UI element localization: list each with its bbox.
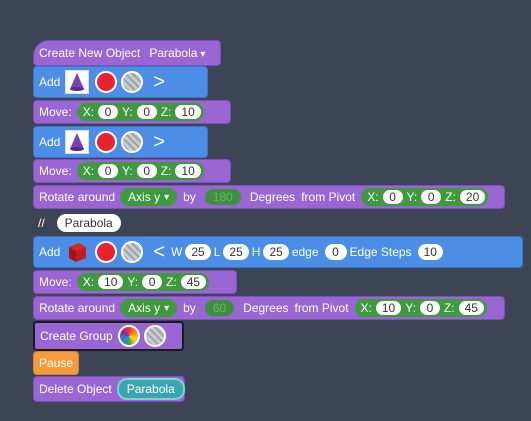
color-swatch-icon[interactable] <box>95 71 118 93</box>
x-input[interactable]: 0 <box>98 105 119 119</box>
y-input[interactable]: 0 <box>421 190 442 204</box>
y-label: Y: <box>122 105 133 119</box>
degrees-input[interactable]: 180 <box>204 189 241 205</box>
cube-shape-icon[interactable] <box>65 240 89 264</box>
axis-dropdown[interactable]: Axis y <box>120 299 178 317</box>
z-label: Z: <box>443 301 455 315</box>
y-input[interactable]: 0 <box>136 164 157 178</box>
chevron-right-icon[interactable]: > <box>153 132 165 152</box>
add-shape-block[interactable]: Add > <box>33 66 208 98</box>
move-block[interactable]: Move: X: 0 Y: 0 Z: 10 <box>33 159 231 183</box>
z-label: Z: <box>160 105 172 119</box>
x-label: X: <box>360 301 372 315</box>
z-input[interactable]: 20 <box>459 190 486 204</box>
z-label: Z: <box>160 164 172 178</box>
create-group-block[interactable]: Create Group <box>33 321 184 351</box>
z-input[interactable]: 45 <box>180 275 207 289</box>
x-label: X: <box>82 105 95 119</box>
x-label: X: <box>82 275 95 289</box>
object-type-dropdown[interactable]: Parabola <box>149 46 205 60</box>
rotate-block[interactable]: Rotate around Axis y by 60 Degrees from … <box>33 296 505 320</box>
pause-block[interactable]: Pause <box>33 351 79 375</box>
color-swatch-icon[interactable] <box>95 131 118 153</box>
degrees-input[interactable]: 60 <box>204 300 235 316</box>
add-shape-block[interactable]: Add < W 25 L 25 H 25 edge 0 Edge Steps 1… <box>33 236 523 268</box>
l-label: L <box>213 245 221 259</box>
block-label: Move: <box>39 164 72 178</box>
l-input[interactable]: 25 <box>223 244 249 260</box>
edge-steps-input[interactable]: 10 <box>417 244 443 260</box>
delete-object-block[interactable]: Delete Object Parabola <box>33 376 185 402</box>
z-input[interactable]: 10 <box>175 164 201 178</box>
edge-steps-label: Edge Steps <box>349 245 412 259</box>
y-label: Y: <box>405 301 416 315</box>
degrees-label: Degrees <box>249 190 296 204</box>
y-input[interactable]: 0 <box>419 301 440 315</box>
x-input[interactable]: 10 <box>375 301 402 315</box>
block-label: Delete Object <box>39 382 112 396</box>
object-target-field[interactable]: Parabola <box>116 378 185 400</box>
block-label: Add <box>39 135 61 149</box>
block-label: Pause <box>39 356 74 370</box>
y-label: Y: <box>127 275 139 289</box>
by-label: by <box>183 301 196 315</box>
rainbow-color-icon[interactable] <box>117 325 140 347</box>
cone-shape-icon[interactable] <box>65 130 90 154</box>
x-input[interactable]: 10 <box>98 275 124 289</box>
axis-dropdown[interactable]: Axis y <box>120 188 178 206</box>
y-input[interactable]: 0 <box>136 105 157 119</box>
w-label: W <box>171 245 183 259</box>
block-label: Add <box>39 245 61 259</box>
z-input[interactable]: 45 <box>458 301 484 315</box>
pivot-group: X: 0 Y: 0 Z: 20 <box>361 188 489 206</box>
y-label: Y: <box>406 190 418 204</box>
material-swatch-icon[interactable] <box>121 241 144 263</box>
edge-label: edge <box>291 245 319 259</box>
position-group: X: 0 Y: 0 Z: 10 <box>76 103 204 121</box>
comment-prefix: // <box>38 216 45 230</box>
position-group: X: 10 Y: 0 Z: 45 <box>76 273 210 291</box>
z-input[interactable]: 10 <box>175 105 201 119</box>
move-block[interactable]: Move: X: 0 Y: 0 Z: 10 <box>33 100 231 124</box>
x-label: X: <box>367 190 379 204</box>
block-label: Rotate around <box>39 190 116 204</box>
w-input[interactable]: 25 <box>185 244 211 260</box>
add-shape-block[interactable]: Add > <box>33 126 208 158</box>
create-new-object-block[interactable]: Create New Object Parabola <box>33 40 221 66</box>
block-label: Add <box>39 75 61 89</box>
x-label: X: <box>82 164 95 178</box>
block-label: Create New Object <box>39 46 141 60</box>
h-label: H <box>251 245 261 259</box>
block-label: Move: <box>39 105 72 119</box>
x-input[interactable]: 0 <box>98 164 119 178</box>
edge-input[interactable]: 0 <box>324 244 347 260</box>
x-input[interactable]: 0 <box>382 190 403 204</box>
from-pivot-label: from Pivot <box>294 301 349 315</box>
block-label: Rotate around <box>39 301 116 315</box>
block-label: Create Group <box>40 329 113 343</box>
pivot-group: X: 10 Y: 0 Z: 45 <box>354 299 487 317</box>
comment-input[interactable]: Parabola <box>56 214 121 232</box>
material-swatch-icon[interactable] <box>121 71 144 93</box>
material-swatch-icon[interactable] <box>121 131 144 153</box>
position-group: X: 0 Y: 0 Z: 10 <box>76 162 204 180</box>
y-label: Y: <box>122 164 133 178</box>
move-block[interactable]: Move: X: 10 Y: 0 Z: 45 <box>33 270 237 294</box>
y-input[interactable]: 0 <box>142 275 163 289</box>
cone-shape-icon[interactable] <box>65 70 90 94</box>
block-label: Move: <box>39 275 72 289</box>
from-pivot-label: from Pivot <box>301 190 356 204</box>
by-label: by <box>183 190 196 204</box>
z-label: Z: <box>166 275 177 289</box>
degrees-label: Degrees <box>243 301 289 315</box>
z-label: Z: <box>445 190 456 204</box>
chevron-right-icon[interactable]: > <box>153 72 165 92</box>
chevron-left-icon[interactable]: < <box>153 242 165 262</box>
comment-block[interactable]: // Parabola <box>33 211 153 235</box>
material-swatch-icon[interactable] <box>143 325 166 347</box>
rotate-block[interactable]: Rotate around Axis y by 180 Degrees from… <box>33 185 505 209</box>
h-input[interactable]: 25 <box>263 244 289 260</box>
color-swatch-icon[interactable] <box>95 241 118 263</box>
